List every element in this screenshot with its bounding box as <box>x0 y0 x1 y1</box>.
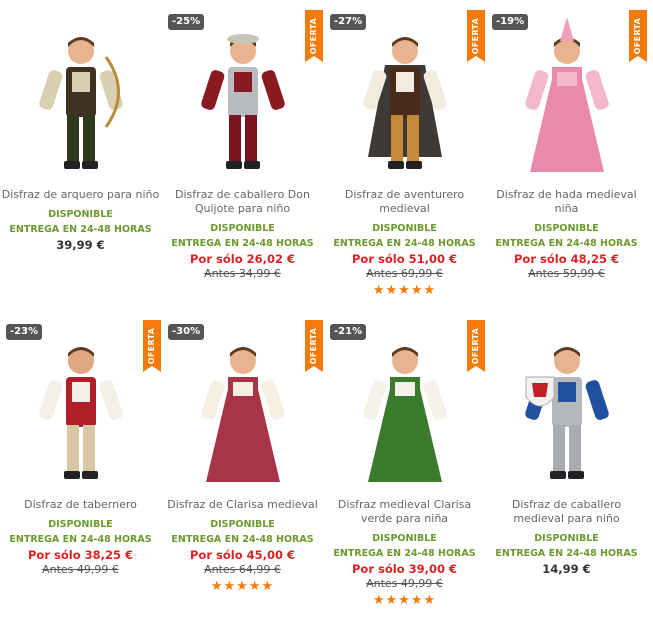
product-image[interactable] <box>330 327 480 492</box>
product-card[interactable]: -27% OFERTA Disfraz de aventurero mediev… <box>324 8 485 308</box>
old-price: Antes 69,99 € <box>366 267 443 280</box>
discount-badge: -19% <box>492 14 529 30</box>
ribbon-label: OFERTA <box>471 17 480 55</box>
product-image[interactable] <box>6 327 156 492</box>
availability-label: DISPONIBLE <box>210 519 275 530</box>
delivery-label: ENTREGA EN 24-48 HORAS <box>495 238 638 249</box>
availability-label: DISPONIBLE <box>48 519 113 530</box>
old-price: Antes 34,99 € <box>204 267 281 280</box>
availability-label: DISPONIBLE <box>48 209 113 220</box>
ribbon-label: OFERTA <box>471 327 480 365</box>
rating-stars: ★★★★★ <box>210 579 275 594</box>
offer-price: Por sólo 45,00 € <box>190 548 295 562</box>
discount-badge: -27% <box>330 14 367 30</box>
product-name[interactable]: Disfraz de Clarisa medieval <box>162 498 323 512</box>
offer-price: Por sólo 38,25 € <box>28 548 133 562</box>
product-name[interactable]: Disfraz de arquero para niño <box>0 188 161 202</box>
offer-price: Por sólo 26,02 € <box>190 252 295 266</box>
offer-ribbon: OFERTA <box>143 320 161 372</box>
ribbon-label: OFERTA <box>633 17 642 55</box>
product-price: 39,99 € <box>56 238 105 252</box>
old-price: Antes 49,99 € <box>366 577 443 590</box>
delivery-label: ENTREGA EN 24-48 HORAS <box>171 534 314 545</box>
offer-price: Por sólo 51,00 € <box>352 252 457 266</box>
product-card[interactable]: -30% OFERTA Disfraz de Clarisa medieval D… <box>162 318 323 618</box>
product-image[interactable] <box>168 327 318 492</box>
discount-badge: -30% <box>168 324 205 340</box>
availability-label: DISPONIBLE <box>210 223 275 234</box>
old-price: Antes 59,99 € <box>528 267 605 280</box>
availability-label: DISPONIBLE <box>534 223 599 234</box>
delivery-label: ENTREGA EN 24-48 HORAS <box>9 534 152 545</box>
offer-ribbon: OFERTA <box>467 320 485 372</box>
product-grid: Disfraz de arquero para niño DISPONIBLE EN… <box>0 0 653 624</box>
delivery-label: ENTREGA EN 24-48 HORAS <box>333 238 476 249</box>
ribbon-label: OFERTA <box>309 327 318 365</box>
discount-badge: -21% <box>330 324 367 340</box>
product-image[interactable] <box>330 17 480 182</box>
offer-price: Por sólo 39,00 € <box>352 562 457 576</box>
offer-ribbon: OFERTA <box>305 10 323 62</box>
product-card[interactable]: -21% OFERTA Disfraz medieval Clarisa ver… <box>324 318 485 618</box>
product-card[interactable]: Disfraz de caballero medieval para niño D… <box>486 318 647 618</box>
old-price: Antes 64,99 € <box>204 563 281 576</box>
product-name[interactable]: Disfraz de aventurero medieval <box>324 188 485 216</box>
delivery-label: ENTREGA EN 24-48 HORAS <box>9 224 152 235</box>
product-name[interactable]: Disfraz de caballero medieval para niño <box>486 498 647 526</box>
offer-ribbon: OFERTA <box>467 10 485 62</box>
offer-ribbon: OFERTA <box>629 10 647 62</box>
product-image[interactable] <box>168 17 318 182</box>
product-card[interactable]: -19% OFERTA Disfraz de hada medieval niñ… <box>486 8 647 308</box>
product-name[interactable]: Disfraz de caballero Don Quijote para ni… <box>162 188 323 216</box>
product-name[interactable]: Disfraz de tabernero <box>0 498 161 512</box>
offer-ribbon: OFERTA <box>305 320 323 372</box>
product-card[interactable]: -23% OFERTA Disfraz de tabernero DISPONIB… <box>0 318 161 618</box>
product-name[interactable]: Disfraz de hada medieval niña <box>486 188 647 216</box>
product-image[interactable] <box>6 17 156 182</box>
rating-stars: ★★★★★ <box>372 593 437 608</box>
ribbon-label: OFERTA <box>147 327 156 365</box>
product-card[interactable]: Disfraz de arquero para niño DISPONIBLE EN… <box>0 8 161 308</box>
rating-stars: ★★★★★ <box>372 283 437 298</box>
availability-label: DISPONIBLE <box>372 223 437 234</box>
delivery-label: ENTREGA EN 24-48 HORAS <box>495 548 638 559</box>
product-price: 14,99 € <box>542 562 591 576</box>
product-card[interactable]: -25% OFERTA Disfraz de caballero Don Qui… <box>162 8 323 308</box>
product-image[interactable] <box>492 327 642 492</box>
discount-badge: -23% <box>6 324 43 340</box>
delivery-label: ENTREGA EN 24-48 HORAS <box>333 548 476 559</box>
product-name[interactable]: Disfraz medieval Clarisa verde para niña <box>324 498 485 526</box>
old-price: Antes 49,99 € <box>42 563 119 576</box>
discount-badge: -25% <box>168 14 205 30</box>
delivery-label: ENTREGA EN 24-48 HORAS <box>171 238 314 249</box>
product-image[interactable] <box>492 17 642 182</box>
offer-price: Por sólo 48,25 € <box>514 252 619 266</box>
ribbon-label: OFERTA <box>309 17 318 55</box>
availability-label: DISPONIBLE <box>534 533 599 544</box>
availability-label: DISPONIBLE <box>372 533 437 544</box>
